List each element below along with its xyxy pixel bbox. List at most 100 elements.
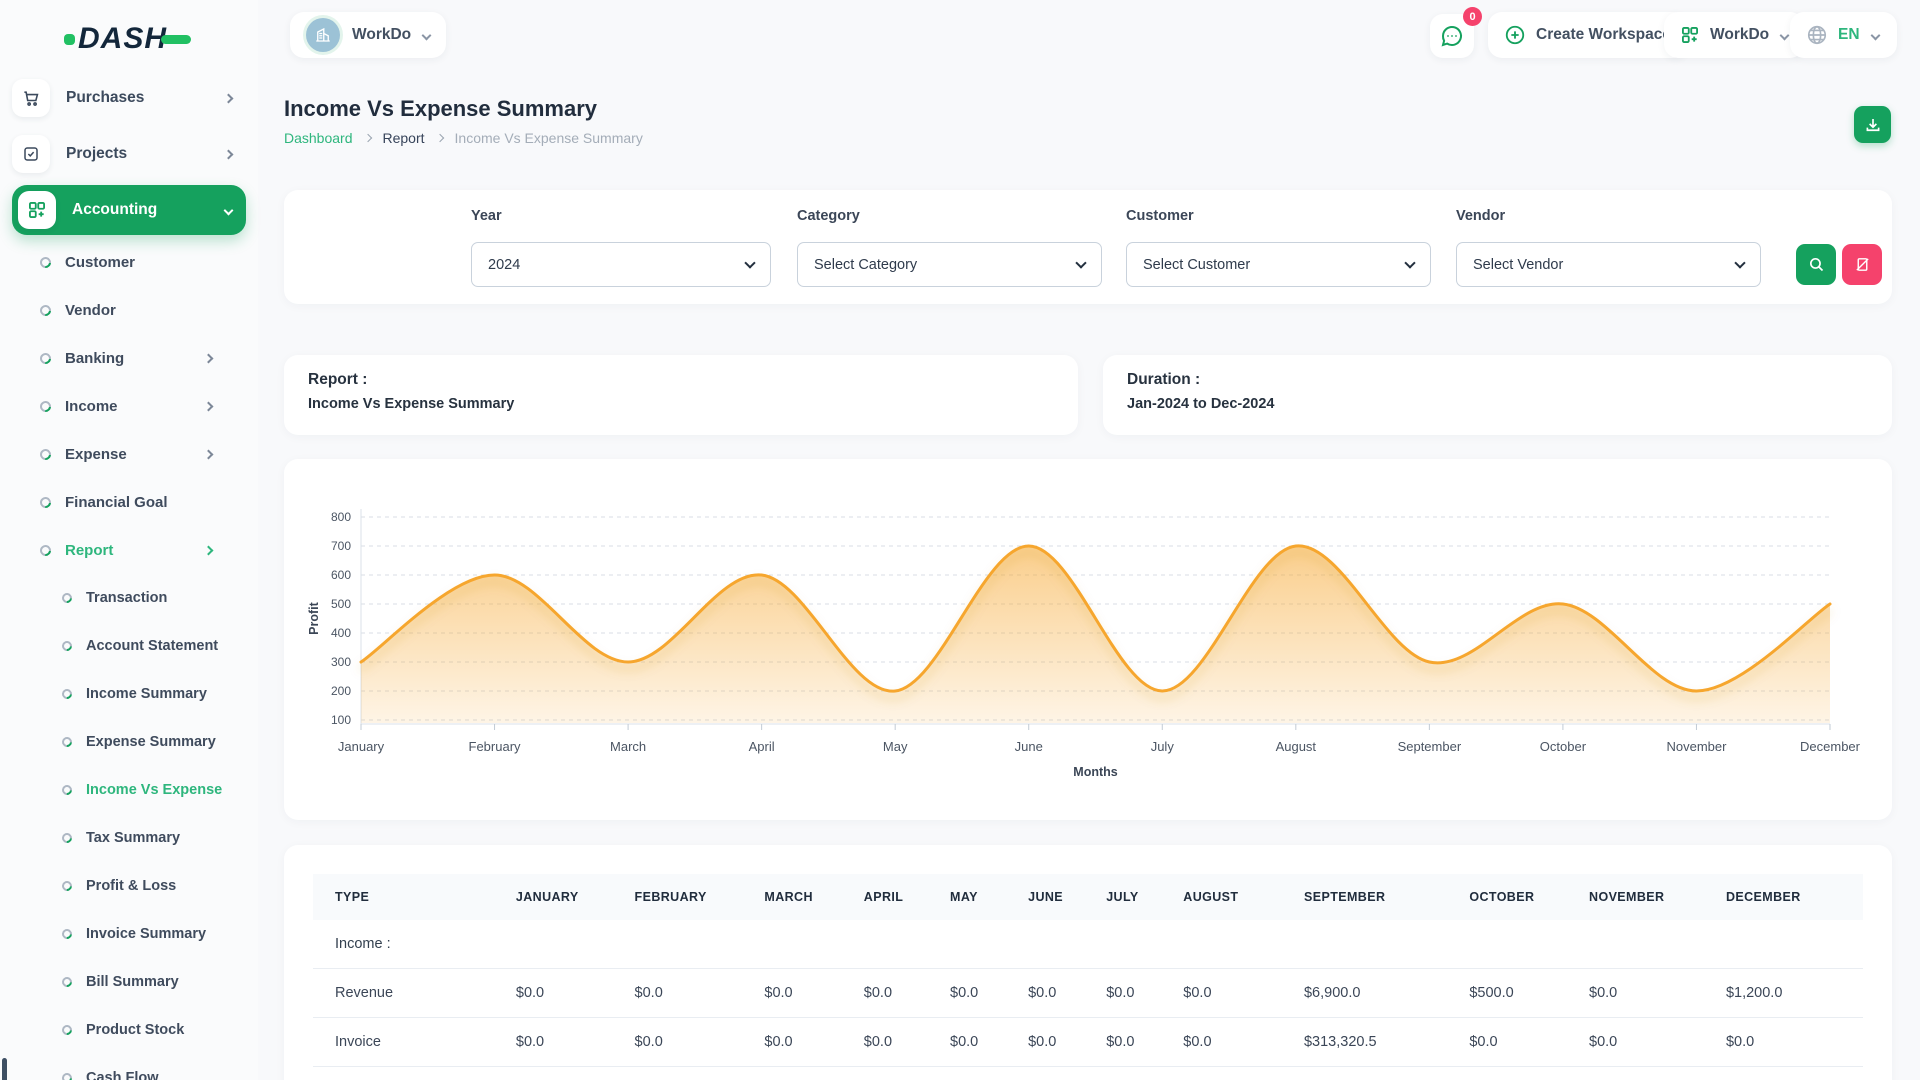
bullet-ring-icon <box>60 639 74 653</box>
sidebar-item-financial-goal[interactable]: Financial Goal <box>40 487 246 517</box>
chevron-down-icon <box>1404 257 1415 268</box>
chevron-right-icon <box>224 149 234 159</box>
vendor-label: Vendor <box>1456 208 1505 224</box>
column-header-february: FEBRUARY <box>635 874 765 920</box>
sidebar-item-account-statement[interactable]: Account Statement <box>62 631 246 661</box>
customer-select[interactable]: Select Customer <box>1126 242 1431 287</box>
svg-text:Months: Months <box>1073 765 1117 779</box>
logo-dash-icon <box>161 35 191 44</box>
sidebar-item-bill-summary[interactable]: Bill Summary <box>62 967 246 997</box>
sidebar-item-accounting[interactable]: Accounting <box>12 185 246 235</box>
vendor-select[interactable]: Select Vendor <box>1456 242 1761 287</box>
sidebar-item-label: Transaction <box>86 590 167 606</box>
sidebar-item-label: Projects <box>66 145 127 163</box>
sidebar-item-label: Expense <box>65 446 127 463</box>
bullet-ring-icon <box>60 591 74 605</box>
sidebar-item-banking[interactable]: Banking <box>40 343 246 373</box>
sidebar-scrollbar[interactable] <box>2 1058 7 1080</box>
chevron-down-icon <box>1734 257 1745 268</box>
sidebar-item-expense-summary[interactable]: Expense Summary <box>62 727 246 757</box>
sidebar-item-invoice-summary[interactable]: Invoice Summary <box>62 919 246 949</box>
sidebar-item-label: Income Summary <box>86 686 207 702</box>
duration-value: Jan-2024 to Dec-2024 <box>1127 396 1275 412</box>
svg-text:May: May <box>883 739 908 754</box>
column-header-may: MAY <box>950 874 1028 920</box>
sidebar-item-label: Account Statement <box>86 638 218 654</box>
sidebar-item-projects[interactable]: Projects <box>12 132 246 176</box>
column-header-july: JULY <box>1106 874 1183 920</box>
sidebar-item-income[interactable]: Income <box>40 391 246 421</box>
breadcrumb-dashboard[interactable]: Dashboard <box>284 130 353 146</box>
year-select[interactable]: 2024 <box>471 242 771 287</box>
sidebar-item-tax-summary[interactable]: Tax Summary <box>62 823 246 853</box>
cell-value: $500.0 <box>1469 969 1589 1018</box>
chevron-down-icon <box>1075 257 1086 268</box>
workspace-avatar <box>306 18 340 52</box>
table-group-label: Income : <box>313 920 1863 969</box>
brand-logo[interactable]: DASH <box>64 22 191 56</box>
sidebar-item-expense[interactable]: Expense <box>40 439 246 469</box>
table-group-row: Income : <box>313 920 1863 969</box>
bullet-ring-icon <box>60 783 74 797</box>
customer-label: Customer <box>1126 208 1194 224</box>
sidebar-item-transaction[interactable]: Transaction <box>62 583 246 613</box>
chevron-down-icon <box>224 205 234 215</box>
duration-label: Duration : <box>1127 371 1200 389</box>
table-group-row: Expense : <box>313 1067 1863 1080</box>
sidebar-item-purchases[interactable]: Purchases <box>12 76 246 120</box>
svg-text:December: December <box>1800 739 1861 754</box>
cell-value: $0.0 <box>950 969 1028 1018</box>
chevron-right-icon <box>363 134 371 142</box>
sidebar-item-income-summary[interactable]: Income Summary <box>62 679 246 709</box>
sidebar-item-vendor[interactable]: Vendor <box>40 295 246 325</box>
cart-icon <box>12 79 50 117</box>
cell-value: $1,200.0 <box>1726 969 1863 1018</box>
sidebar-item-product-stock[interactable]: Product Stock <box>62 1015 246 1045</box>
sidebar-item-profit-loss[interactable]: Profit & Loss <box>62 871 246 901</box>
bullet-ring-icon <box>38 398 53 413</box>
sidebar-item-label: Report <box>65 542 113 559</box>
download-report-button[interactable] <box>1854 106 1891 143</box>
svg-text:100: 100 <box>331 713 351 727</box>
svg-text:Profit: Profit <box>307 601 321 634</box>
workdo-menu-button[interactable]: WorkDo <box>1664 12 1804 58</box>
chevron-right-icon <box>204 401 214 411</box>
cell-value: $0.0 <box>764 1018 863 1067</box>
sidebar-item-customer[interactable]: Customer <box>40 247 246 277</box>
create-workspace-button[interactable]: Create Workspace <box>1488 12 1687 58</box>
chevron-down-icon <box>1780 30 1790 40</box>
svg-text:April: April <box>749 739 775 754</box>
cell-value: $0.0 <box>516 969 635 1018</box>
breadcrumb-report[interactable]: Report <box>383 130 425 146</box>
column-header-january: JANUARY <box>516 874 635 920</box>
apply-filter-button[interactable] <box>1796 244 1836 285</box>
svg-text:500: 500 <box>331 597 351 611</box>
sidebar-item-label: Income Vs Expense <box>86 782 222 798</box>
sidebar-item-label: Vendor <box>65 302 116 319</box>
bullet-ring-icon <box>38 350 53 365</box>
reset-filter-button[interactable] <box>1842 244 1882 285</box>
bullet-ring-icon <box>38 494 53 509</box>
table-group-label: Expense : <box>313 1067 1863 1080</box>
sidebar-item-cash-flow[interactable]: Cash Flow <box>62 1063 246 1080</box>
category-select[interactable]: Select Category <box>797 242 1102 287</box>
sidebar-item-income-vs-expense[interactable]: Income Vs Expense <box>62 775 246 805</box>
language-selector[interactable]: EN <box>1790 12 1897 58</box>
table-row-revenue: Revenue$0.0$0.0$0.0$0.0$0.0$0.0$0.0$0.0$… <box>313 969 1863 1018</box>
messages-button[interactable]: 0 <box>1430 14 1474 58</box>
workspace-switcher[interactable]: WorkDo <box>290 12 446 58</box>
income-vs-expense-table: TYPEJANUARYFEBRUARYMARCHAPRILMAYJUNEJULY… <box>313 874 1863 1080</box>
grid-plus-icon <box>1680 25 1700 45</box>
bullet-ring-icon <box>38 542 53 557</box>
sidebar-item-label: Income <box>65 398 118 415</box>
create-workspace-label: Create Workspace <box>1536 26 1671 44</box>
chevron-right-icon <box>204 449 214 459</box>
sidebar-item-report[interactable]: Report <box>40 535 246 565</box>
sidebar-item-label: Accounting <box>72 201 157 219</box>
bullet-ring-icon <box>60 879 74 893</box>
bullet-ring-icon <box>60 735 74 749</box>
cell-value: $0.0 <box>864 969 950 1018</box>
bullet-ring-icon <box>38 254 53 269</box>
year-select-value: 2024 <box>488 257 520 273</box>
breadcrumb: Dashboard Report Income Vs Expense Summa… <box>284 130 643 146</box>
